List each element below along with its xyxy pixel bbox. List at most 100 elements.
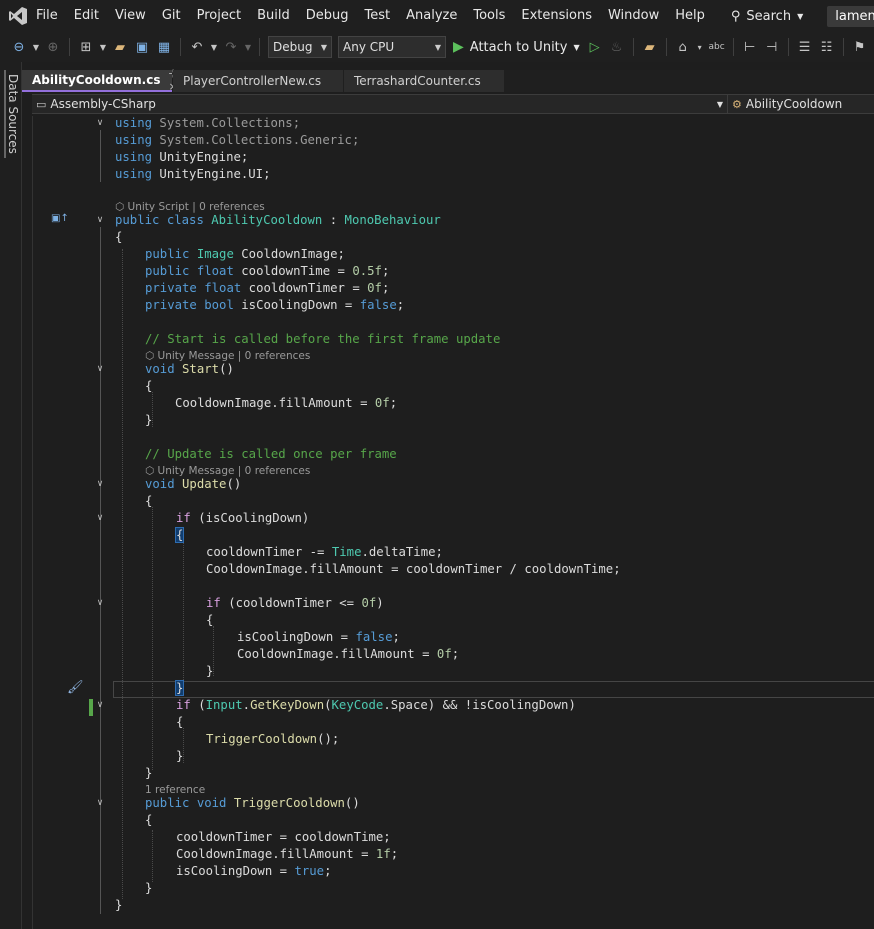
code-line[interactable]: if (isCoolingDown) xyxy=(176,510,309,527)
type-member-dropdown[interactable]: ⚙ AbilityCooldown xyxy=(728,97,842,111)
menu-git[interactable]: Git xyxy=(154,0,189,32)
chevron-down-icon[interactable]: ▼ xyxy=(99,38,107,56)
start-without-debugging-icon[interactable]: ▷ xyxy=(586,38,604,56)
tab-ability-cooldown[interactable]: AbilityCooldown.cs ⊹ × xyxy=(22,67,178,93)
new-project-icon[interactable]: ⊞ xyxy=(77,38,95,56)
tab-terrashard-counter[interactable]: TerrashardCounter.cs xyxy=(344,70,504,92)
code-line[interactable]: } xyxy=(145,765,152,782)
fold-toggle-icon[interactable]: ∨ xyxy=(95,510,105,527)
fold-toggle-icon[interactable]: ∨ xyxy=(95,476,105,493)
fold-toggle-icon[interactable]: ∨ xyxy=(95,697,105,714)
code-line[interactable]: { xyxy=(206,612,213,629)
solution-name[interactable]: lament xyxy=(827,5,874,27)
open-folder-icon[interactable]: ▰ xyxy=(111,38,129,56)
menu-build[interactable]: Build xyxy=(249,0,298,32)
code-line[interactable]: } xyxy=(174,680,185,697)
code-line[interactable]: using UnityEngine.UI; xyxy=(115,166,271,183)
code-line[interactable]: void Update() xyxy=(145,476,241,493)
code-line[interactable]: isCoolingDown = true; xyxy=(176,863,332,880)
comment-lines-icon[interactable]: ☰ xyxy=(796,38,814,56)
search-box[interactable]: ⚲ Search ▼ xyxy=(725,9,809,24)
code-line[interactable]: { xyxy=(145,378,152,395)
undo-icon[interactable]: ↶ xyxy=(188,38,206,56)
bookmark-prev-icon[interactable]: ⊢ xyxy=(741,38,759,56)
code-line[interactable]: if (cooldownTimer <= 0f) xyxy=(206,595,384,612)
code-line[interactable]: public float cooldownTime = 0.5f; xyxy=(145,263,389,280)
fold-toggle-icon[interactable]: ∨ xyxy=(95,361,105,378)
code-line[interactable]: cooldownTimer = cooldownTime; xyxy=(176,829,391,846)
code-line[interactable]: } xyxy=(115,897,122,914)
code-line[interactable]: isCoolingDown = false; xyxy=(237,629,400,646)
uncomment-lines-icon[interactable]: ☷ xyxy=(818,38,836,56)
chevron-down-icon[interactable]: ▼ xyxy=(32,38,40,56)
code-line[interactable]: CooldownImage.fillAmount = 1f; xyxy=(176,846,398,863)
attach-to-unity-button[interactable]: ▶ Attach to Unity ▼ xyxy=(453,39,580,55)
fold-toggle-icon[interactable]: ∨ xyxy=(95,212,105,229)
data-sources-tab[interactable]: Data Sources xyxy=(4,70,20,158)
menu-analyze[interactable]: Analyze xyxy=(398,0,465,32)
save-all-icon[interactable]: ▦ xyxy=(155,38,173,56)
code-line[interactable]: { xyxy=(145,812,152,829)
menu-test[interactable]: Test xyxy=(357,0,399,32)
code-line[interactable]: cooldownTimer -= Time.deltaTime; xyxy=(206,544,443,561)
layout-icon[interactable]: ⌂ xyxy=(674,38,692,56)
platform-select[interactable]: Any CPU ▼ xyxy=(338,36,446,58)
code-line[interactable]: public Image CooldownImage; xyxy=(145,246,345,263)
code-comment[interactable]: // Start is called before the first fram… xyxy=(145,331,500,348)
code-line[interactable]: TriggerCooldown(); xyxy=(206,731,339,748)
code-line[interactable]: if (Input.GetKeyDown(KeyCode.Space) && !… xyxy=(176,697,576,714)
configuration-select[interactable]: Debug ▼ xyxy=(268,36,332,58)
spell-check-icon[interactable]: abc xyxy=(708,38,726,56)
menu-help[interactable]: Help xyxy=(667,0,713,32)
code-line[interactable]: } xyxy=(145,880,152,897)
bookmark-next-icon[interactable]: ⊣ xyxy=(763,38,781,56)
redo-icon[interactable]: ↷ xyxy=(222,38,240,56)
code-line[interactable]: } xyxy=(176,748,183,765)
fold-toggle-icon[interactable]: ∨ xyxy=(95,795,105,812)
code-line[interactable]: using System.Collections.Generic; xyxy=(115,132,359,149)
chevron-down-icon[interactable]: ▼ xyxy=(210,38,218,56)
code-line[interactable]: public class AbilityCooldown : MonoBehav… xyxy=(115,212,441,229)
code-line[interactable]: using UnityEngine; xyxy=(115,149,248,166)
menu-project[interactable]: Project xyxy=(189,0,249,32)
menu-edit[interactable]: Edit xyxy=(66,0,107,32)
code-line[interactable]: CooldownImage.fillAmount = 0f; xyxy=(175,395,397,412)
save-icon[interactable]: ▣ xyxy=(133,38,151,56)
class-inheritance-icon[interactable]: ▣↑ xyxy=(51,213,69,224)
folder-icon[interactable]: ▰ xyxy=(641,38,659,56)
code-line[interactable]: private float cooldownTimer = 0f; xyxy=(145,280,389,297)
code-line[interactable]: using System.Collections; xyxy=(115,115,300,132)
menu-file[interactable]: File xyxy=(28,0,66,32)
menu-extensions[interactable]: Extensions xyxy=(513,0,600,32)
project-dropdown[interactable]: ▭ Assembly-CSharp ▼ xyxy=(32,95,728,113)
navigate-forward-icon[interactable]: ⊕ xyxy=(44,38,62,56)
navigate-back-icon[interactable]: ⊖ xyxy=(10,38,28,56)
visual-studio-logo-icon[interactable] xyxy=(8,0,28,32)
menu-view[interactable]: View xyxy=(107,0,154,32)
code-comment[interactable]: // Update is called once per frame xyxy=(145,446,397,463)
code-line[interactable]: private bool isCoolingDown = false; xyxy=(145,297,404,314)
fold-toggle-icon[interactable]: ∨ xyxy=(95,115,105,132)
bookmark-icon[interactable]: ⚑ xyxy=(851,38,869,56)
fold-toggle-icon[interactable]: ∨ xyxy=(95,595,105,612)
code-line[interactable]: { xyxy=(176,714,183,731)
code-line[interactable]: CooldownImage.fillAmount = 0f; xyxy=(237,646,459,663)
hot-reload-icon[interactable]: ♨ xyxy=(608,38,626,56)
quick-actions-icon[interactable]: 🖌 xyxy=(67,680,84,695)
keyword: bool xyxy=(204,298,234,312)
code-line[interactable]: { xyxy=(145,493,152,510)
code-editor[interactable]: ▣↑ 🖌 ∨ ∨ ∨ ∨ ∨ ∨ ∨ ∨ using System.Collec… xyxy=(32,116,874,929)
menu-debug[interactable]: Debug xyxy=(298,0,357,32)
chevron-down-icon[interactable]: ▾ xyxy=(696,38,704,56)
menu-tools[interactable]: Tools xyxy=(465,0,513,32)
tab-player-controller-new[interactable]: PlayerControllerNew.cs xyxy=(173,70,343,92)
code-line[interactable]: } xyxy=(206,663,213,680)
chevron-down-icon[interactable]: ▼ xyxy=(244,38,252,56)
code-line[interactable]: CooldownImage.fillAmount = cooldownTimer… xyxy=(206,561,621,578)
code-line[interactable]: { xyxy=(115,229,122,246)
code-line[interactable]: public void TriggerCooldown() xyxy=(145,795,360,812)
menu-window[interactable]: Window xyxy=(600,0,667,32)
code-line[interactable]: { xyxy=(174,527,185,544)
code-line[interactable]: } xyxy=(145,412,152,429)
code-line[interactable]: void Start() xyxy=(145,361,234,378)
